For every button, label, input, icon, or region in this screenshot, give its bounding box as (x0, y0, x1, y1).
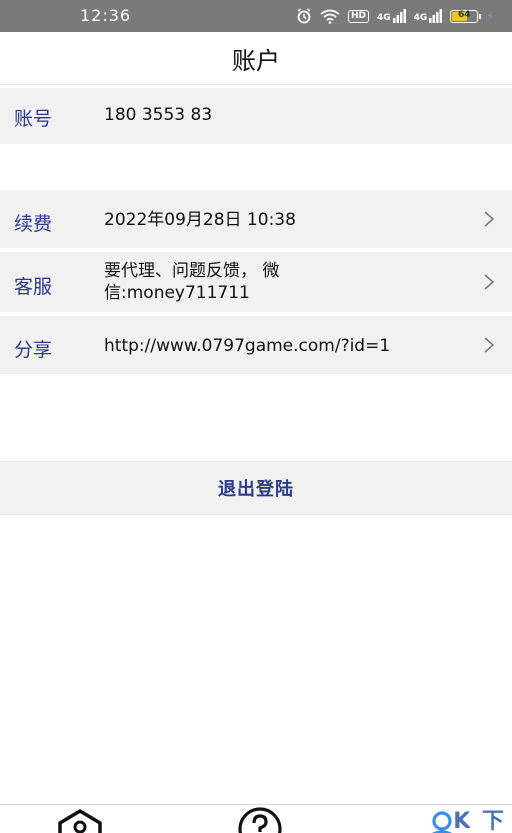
chevron-right-icon (484, 211, 495, 227)
service-row[interactable]: 客服 要代理、问题反馈， 微信:money711711 (0, 252, 512, 312)
account-label: 账号 (14, 108, 53, 130)
signal-bars-icon (429, 9, 443, 23)
account-row: 账号 180 3553 83 (0, 88, 512, 144)
logout-button[interactable]: 退出登陆 (0, 461, 512, 515)
page-title: 账户 (232, 46, 280, 75)
status-icons: HD 4G 4G 64 ⚡ (296, 7, 494, 25)
service-value: 要代理、问题反馈， 微信:money711711 (104, 261, 280, 303)
battery-percent: 64 (458, 9, 471, 20)
alarm-icon (297, 8, 311, 24)
share-label: 分享 (14, 339, 53, 361)
wifi-icon (320, 9, 340, 24)
signal-2: 4G (414, 9, 443, 23)
tab-help[interactable] (230, 805, 290, 833)
renew-row[interactable]: 续费 2022年09月28日 10:38 (0, 190, 512, 248)
chevron-right-icon (484, 337, 495, 353)
renew-value: 2022年09月28日 10:38 (104, 210, 296, 230)
share-value: http://www.0797game.com/?id=1 (104, 336, 391, 356)
signal-bars-icon (392, 9, 406, 23)
page-header: 账户 (0, 32, 512, 85)
home-icon (58, 808, 102, 833)
hd-badge: HD (347, 9, 369, 23)
status-time: 12:36 (80, 6, 132, 25)
chevron-right-icon (484, 274, 495, 290)
logout-label: 退出登陆 (218, 479, 294, 500)
charging-icon: ⚡ (486, 9, 494, 23)
renew-label: 续费 (14, 213, 53, 235)
account-value: 180 3553 83 (104, 105, 213, 125)
watermark: K 下 (453, 809, 506, 833)
share-row[interactable]: 分享 http://www.0797game.com/?id=1 (0, 316, 512, 374)
signal-1: 4G (377, 9, 406, 23)
battery-icon: 64 (450, 9, 482, 23)
service-label: 客服 (14, 276, 53, 298)
bottom-tab-bar: K 下 (0, 804, 512, 833)
tab-home[interactable] (50, 805, 110, 833)
help-icon (238, 807, 282, 833)
status-bar: 12:36 HD 4G 4G 64 ⚡ (0, 0, 512, 32)
